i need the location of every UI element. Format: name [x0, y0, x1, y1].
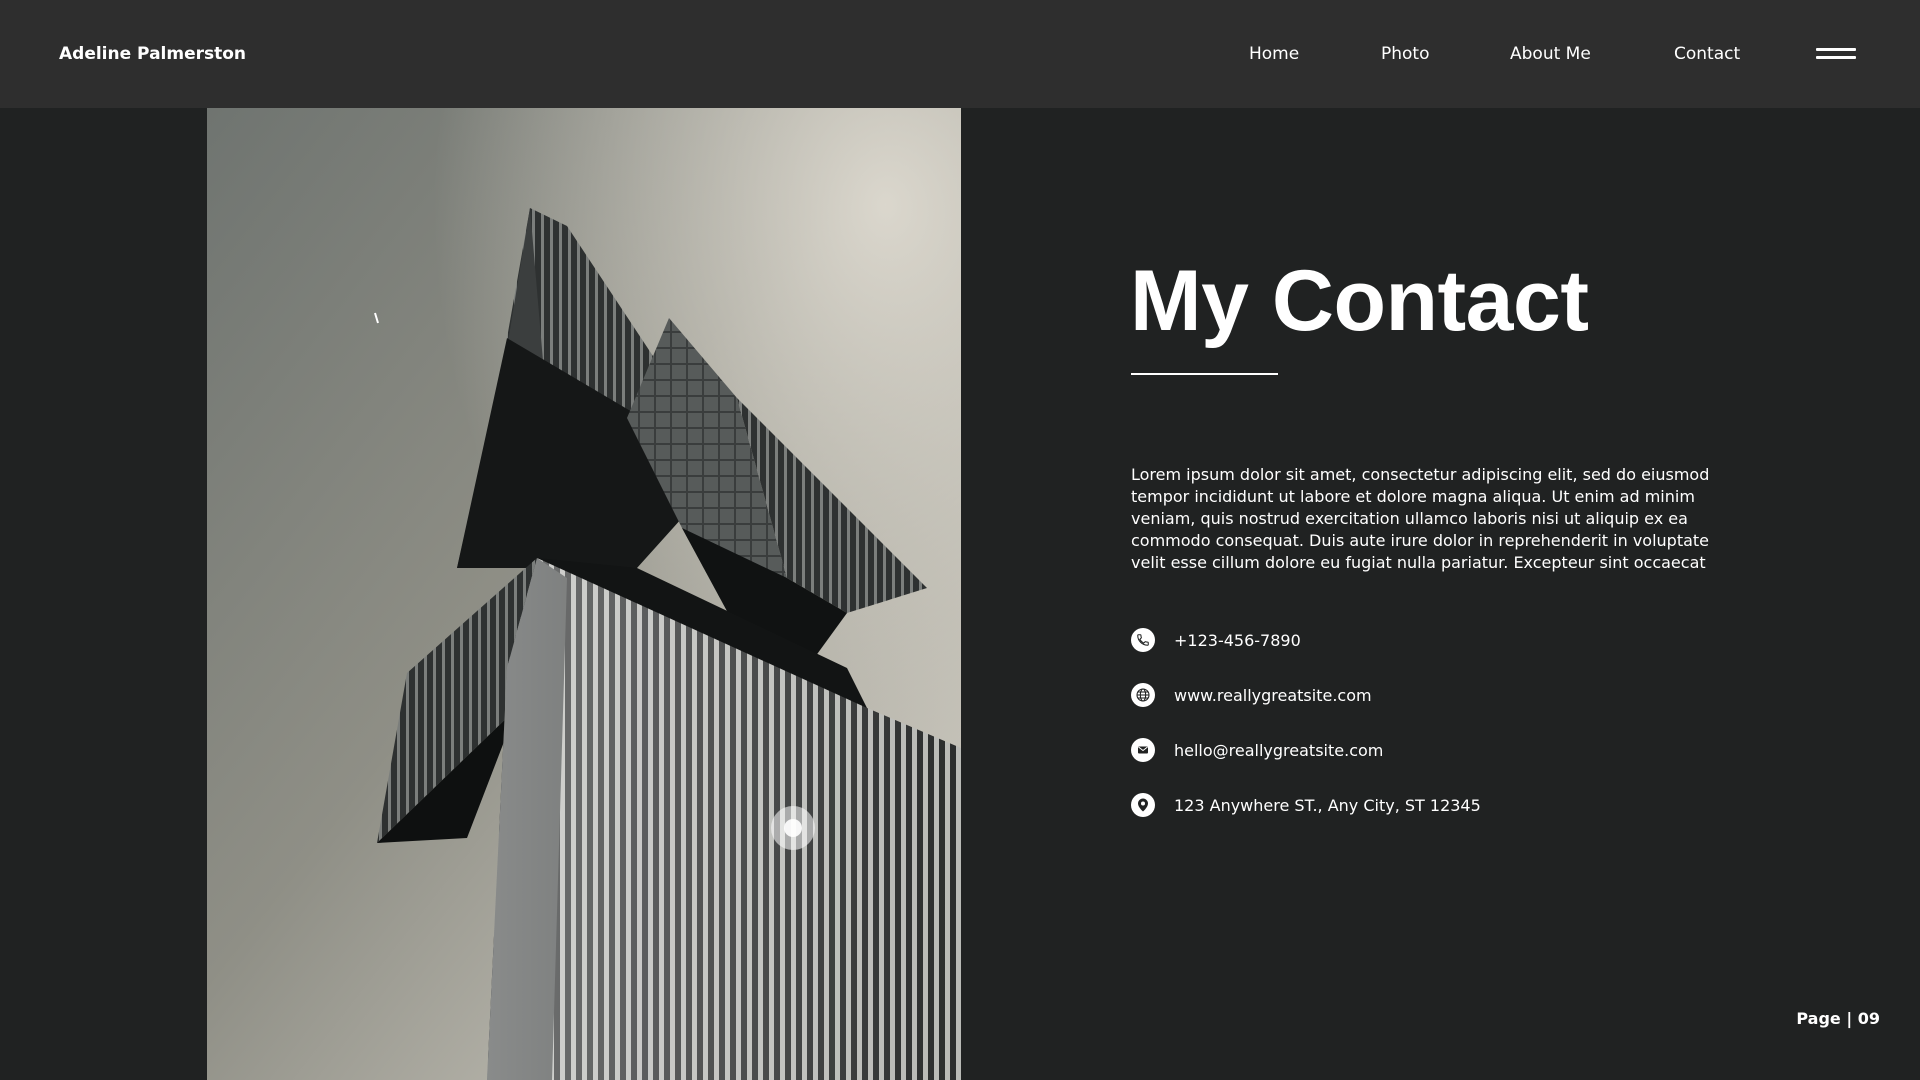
- contact-email-text: hello@reallygreatsite.com: [1174, 740, 1384, 760]
- contact-address-text: 123 Anywhere ST., Any City, ST 12345: [1174, 795, 1481, 815]
- hamburger-menu-icon[interactable]: [1814, 44, 1858, 64]
- title-underline: [1131, 373, 1278, 375]
- brand-name[interactable]: Adeline Palmerston: [59, 0, 246, 108]
- intro-paragraph: Lorem ipsum dolor sit amet, consectetur …: [1131, 465, 1710, 572]
- nav-photo[interactable]: Photo: [1381, 0, 1430, 108]
- mail-icon: [1131, 738, 1155, 762]
- page-title: My Contact: [1130, 253, 1589, 349]
- globe-icon: [1131, 683, 1155, 707]
- nav-home[interactable]: Home: [1249, 0, 1299, 108]
- contact-website-text: www.reallygreatsite.com: [1174, 685, 1372, 705]
- architecture-photo: [207, 108, 961, 1080]
- top-navigation-bar: Adeline Palmerston Home Photo About Me C…: [0, 0, 1920, 108]
- contact-address[interactable]: 123 Anywhere ST., Any City, ST 12345: [1131, 792, 1481, 818]
- contact-website[interactable]: www.reallygreatsite.com: [1131, 682, 1372, 708]
- nav-about-me[interactable]: About Me: [1510, 0, 1591, 108]
- contact-phone[interactable]: +123-456-7890: [1131, 627, 1301, 653]
- contact-phone-text: +123-456-7890: [1174, 630, 1301, 650]
- page-number: Page | 09: [1796, 1009, 1880, 1028]
- phone-icon: [1131, 628, 1155, 652]
- location-pin-icon: [1131, 793, 1155, 817]
- contact-email[interactable]: hello@reallygreatsite.com: [1131, 737, 1383, 763]
- nav-contact[interactable]: Contact: [1674, 0, 1740, 108]
